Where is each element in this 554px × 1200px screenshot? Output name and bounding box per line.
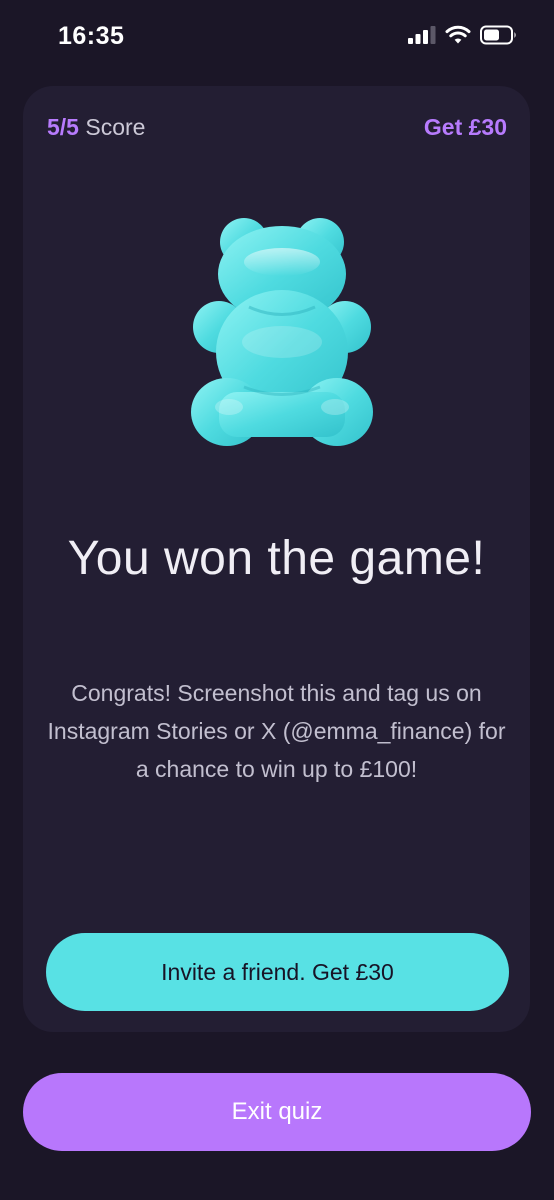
- gummy-bear-icon: [189, 212, 375, 472]
- status-icons: [408, 24, 518, 50]
- status-bar: 16:35: [0, 0, 554, 76]
- result-message: Congrats! Screenshot this and tag us on …: [47, 680, 506, 782]
- result-card: 5/5 Score Get £30 You won the game! Cong…: [23, 86, 530, 1032]
- invite-friend-button[interactable]: Invite a friend. Get £30: [46, 933, 509, 1011]
- score-label: Score: [85, 114, 146, 140]
- bonus-link[interactable]: Get £30: [424, 114, 507, 141]
- score-value: 5/5: [47, 114, 79, 140]
- score-indicator: 5/5 Score: [47, 114, 145, 141]
- quiz-result-screen: 16:35 5/5 Score Get £30 You won the game…: [0, 0, 554, 1200]
- cellular-signal-icon: [408, 25, 436, 50]
- wifi-icon: [445, 25, 471, 50]
- battery-icon: [480, 25, 518, 50]
- result-headline: You won the game!: [67, 532, 486, 585]
- status-time: 16:35: [58, 22, 125, 50]
- exit-quiz-button[interactable]: Exit quiz: [23, 1073, 531, 1151]
